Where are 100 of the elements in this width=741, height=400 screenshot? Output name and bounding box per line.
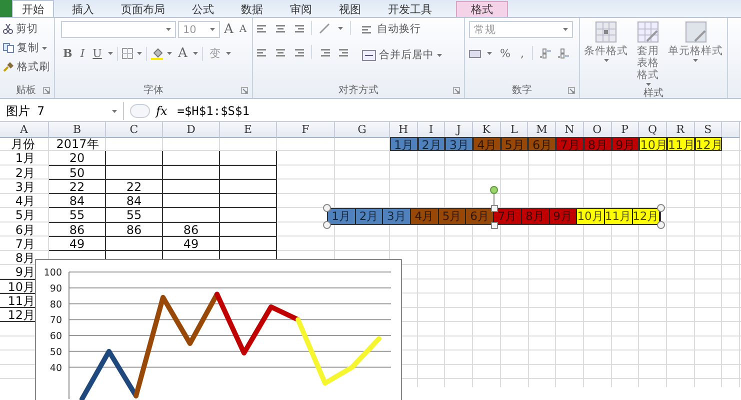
paintbrush-icon [3,62,14,72]
wrap-text-button[interactable]: 自动换行 [361,21,443,37]
wrap-text-icon [362,24,374,34]
ribbon-tab[interactable]: 公式 [183,1,223,17]
align-top-icon[interactable] [257,22,268,34]
column-header[interactable]: R [666,122,695,138]
column-header[interactable]: J [445,122,474,138]
ribbon-tab[interactable]: 格式 [456,1,508,17]
italic-button[interactable]: I [78,47,87,60]
comma-button[interactable]: , [518,46,526,60]
column-header[interactable]: F [277,122,335,138]
column-header[interactable]: M [528,122,556,138]
column-header[interactable]: C [106,122,163,138]
merge-center-button[interactable]: 合并后居中 [361,47,443,63]
table-cell: 49 [163,236,220,251]
ribbon-tab[interactable]: 视图 [330,1,370,17]
caret-icon[interactable] [693,59,698,62]
bold-button[interactable]: B [61,47,74,60]
column-header[interactable]: G [335,122,390,138]
picture-cell: 8月 [522,209,550,224]
currency-icon[interactable] [469,48,481,58]
table-cell [106,151,163,166]
caret-icon[interactable] [166,52,172,55]
underline-button[interactable]: U [90,47,104,60]
font-name-field[interactable] [61,21,176,38]
percent-button[interactable]: % [498,46,512,60]
table-cell-text: 4月 [14,194,36,208]
column-header[interactable]: N [556,122,584,138]
ribbon-button[interactable]: 套用表格格式 [636,21,660,86]
column-header[interactable]: O [584,122,612,138]
column-header[interactable]: L [500,122,528,138]
dialog-launcher-icon[interactable] [43,87,50,94]
table-cell-text: 1月 [14,151,36,166]
ribbon-tab[interactable]: 开发工具 [379,1,441,17]
column-header[interactable]: I [418,122,446,138]
column-header[interactable]: K [473,122,501,138]
decrease-indent-icon[interactable] [319,46,330,58]
column-header[interactable]: Q [639,122,667,138]
caret-icon[interactable] [210,28,215,31]
column-header[interactable] [722,122,740,138]
dialog-launcher-icon[interactable] [568,87,575,94]
column-header[interactable]: D [163,122,220,138]
caret-icon[interactable] [338,26,343,30]
column-header[interactable]: S [694,122,722,138]
caret-icon[interactable] [604,59,608,62]
ribbon-tab[interactable]: 审阅 [281,1,321,17]
border-icon[interactable] [122,48,133,59]
resize-handle-icon[interactable] [490,222,498,228]
dialog-launcher-icon[interactable] [453,87,460,94]
name-box[interactable]: 图片 7 [0,102,124,120]
caret-icon[interactable] [563,28,568,31]
ribbon-tab[interactable]: 插入 [63,1,103,17]
align-right-icon[interactable] [293,46,304,58]
column-header[interactable]: B [49,122,106,138]
increase-indent-icon[interactable] [337,46,348,58]
table-cell: 5月 [500,137,528,152]
ribbon-button[interactable]: 复制 [2,40,51,56]
caret-icon[interactable] [646,83,650,86]
linked-picture[interactable]: 1月 2月 3月 4月 5月 6月 7月 8月 9月 10月 11月 12月 [327,208,662,225]
grow-font-button[interactable]: A [222,22,236,37]
caret-icon[interactable] [166,28,171,31]
align-middle-icon[interactable] [275,22,286,34]
decrease-decimal-icon[interactable] [556,48,569,58]
dialog-launcher-icon[interactable] [241,87,248,94]
ribbon-button[interactable]: 剪切 [2,21,51,37]
text-orientation-icon[interactable] [319,22,331,34]
ribbon-tab[interactable]: 开始 [12,0,54,17]
caret-icon[interactable] [226,52,232,55]
axis-tick-label: 90 [50,283,62,294]
caret-icon[interactable] [193,52,198,55]
caret-icon[interactable] [108,52,113,55]
column-header[interactable]: P [612,122,640,138]
font-color-button[interactable]: A [176,46,190,61]
align-center-icon[interactable] [275,46,286,58]
ribbon-button[interactable]: 条件格式 [584,21,628,86]
table-cell [220,180,277,194]
caret-icon[interactable] [112,110,117,112]
caret-icon[interactable] [437,54,442,56]
shrink-font-button[interactable]: A [237,24,249,35]
ribbon-button[interactable]: 格式刷 [2,59,51,75]
fill-bucket-icon[interactable] [150,48,163,60]
ribbon-tab[interactable]: 数据 [232,1,272,17]
caret-icon[interactable] [136,52,142,55]
ribbon-button[interactable]: 单元格样式 [668,21,723,86]
resize-handle-icon[interactable] [323,204,331,212]
rotate-handle-icon[interactable] [490,186,498,206]
align-left-icon[interactable] [257,46,268,58]
caret-icon[interactable] [487,52,492,54]
column-header[interactable]: H [390,122,418,138]
resize-handle-icon[interactable] [490,204,498,212]
column-header[interactable]: A [0,122,49,138]
ribbon-tab[interactable]: 页面布局 [112,1,174,17]
column-header[interactable]: E [220,122,277,138]
caret-icon[interactable] [42,46,47,50]
resize-handle-icon[interactable] [657,221,666,229]
increase-decimal-icon[interactable] [538,48,551,58]
align-bottom-icon[interactable] [293,22,304,34]
insert-function-button[interactable]: fx [156,104,168,118]
resize-handle-icon[interactable] [657,204,666,212]
resize-handle-icon[interactable] [323,221,331,229]
